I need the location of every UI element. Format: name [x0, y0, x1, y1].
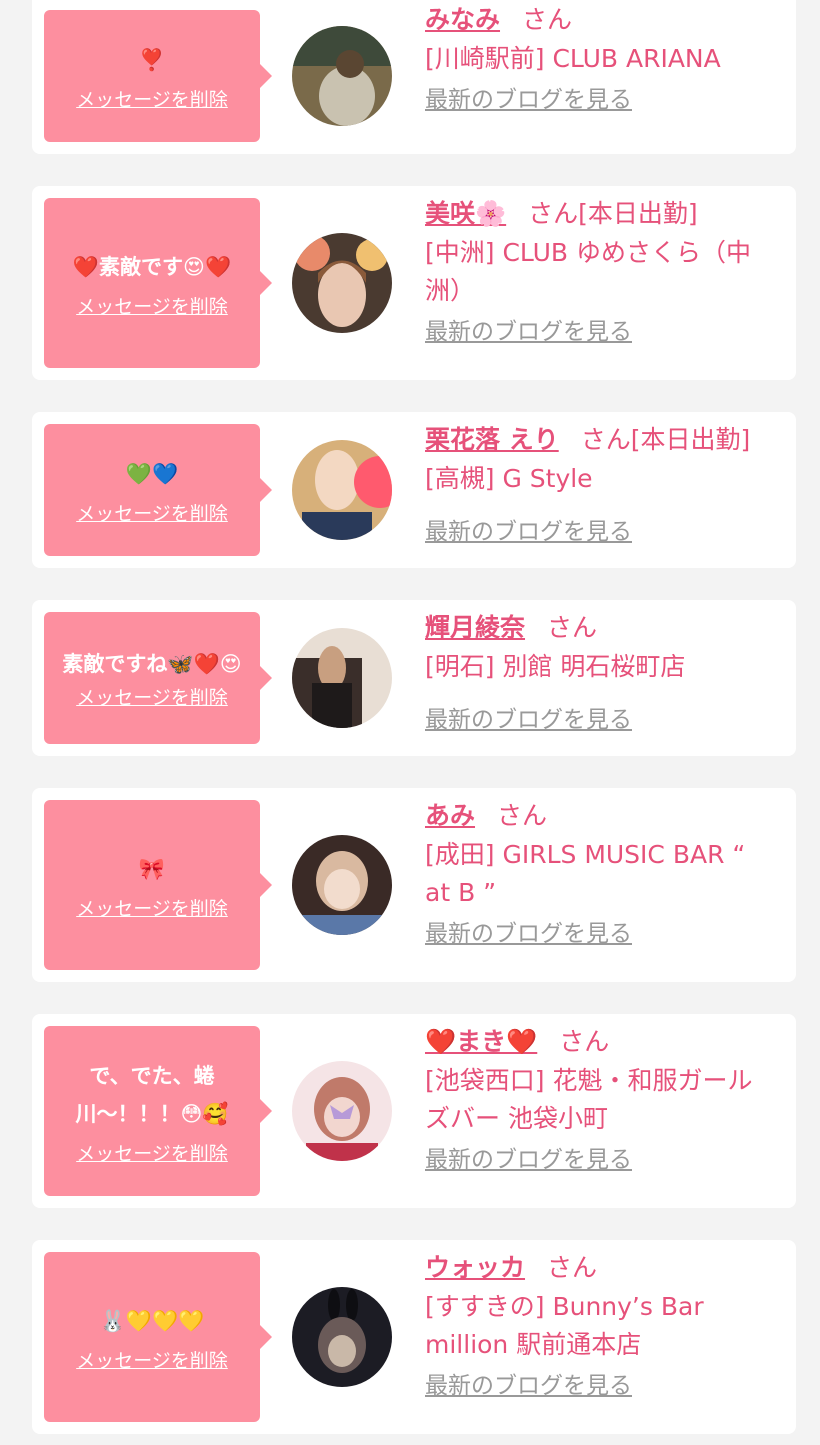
name-line: 輝月綾奈 さん — [425, 608, 776, 648]
shop-name: [池袋西口] 花魁・和服ガールズバー 池袋小町 — [425, 1066, 753, 1133]
delete-message-link[interactable]: メッセージを削除 — [76, 292, 228, 319]
profile-info: ウォッカ さん [すすきの] Bunny’s Bar million 駅前通本店 … — [425, 1248, 776, 1404]
shop-name: [中洲] CLUB ゆめさくら（中洲） — [425, 238, 751, 305]
profile-info: 栗花落 えり さん[本日出勤] [高槻] G Style 最新のブログを見る — [425, 420, 776, 550]
message-list: ❣️ メッセージを削除 みなみ さん [川崎駅前] CLUB ARIANA 最新の… — [0, 0, 820, 1445]
name-suffix: さん — [547, 613, 598, 642]
shop-name: [川崎駅前] CLUB ARIANA — [425, 44, 721, 73]
delete-message-link[interactable]: メッセージを削除 — [76, 85, 228, 112]
shop-name: [明石] 別館 明石桜町店 — [425, 652, 686, 681]
name-line: ❤️まき❤️ さん — [425, 1022, 776, 1062]
message-card: 🎀 メッセージを削除 あみ さん [成田] GIRLS MUSIC BAR “ a… — [32, 788, 796, 982]
delete-message-link[interactable]: メッセージを削除 — [76, 499, 228, 526]
avatar[interactable] — [292, 26, 392, 126]
profile-info: 美咲🌸 さん[本日出勤] [中洲] CLUB ゆめさくら（中洲） 最新のブログを見… — [425, 194, 776, 350]
delete-message-link[interactable]: メッセージを削除 — [76, 894, 228, 921]
delete-message-link[interactable]: メッセージを削除 — [76, 1139, 228, 1166]
message-bubble: ❣️ メッセージを削除 — [44, 10, 272, 142]
delete-message-link[interactable]: メッセージを削除 — [76, 1346, 228, 1373]
message-bubble: 素敵ですね🦋❤️😍 メッセージを削除 — [44, 612, 272, 744]
avatar[interactable] — [292, 440, 392, 540]
message-card: 💚💙 メッセージを削除 栗花落 えり さん[本日出勤] [高槻] G Style … — [32, 412, 796, 568]
name-suffix: さん — [559, 1027, 610, 1056]
latest-blog-link[interactable]: 最新のブログを見る — [425, 916, 632, 952]
name-line: 栗花落 えり さん[本日出勤] — [425, 420, 776, 460]
name-line: あみ さん — [425, 796, 776, 836]
cast-name-link[interactable]: ウォッカ — [425, 1253, 525, 1282]
profile-info: 輝月綾奈 さん [明石] 別館 明石桜町店 最新のブログを見る — [425, 608, 776, 738]
message-text: 💚💙 — [125, 461, 179, 486]
latest-blog-link[interactable]: 最新のブログを見る — [425, 82, 632, 118]
latest-blog-link[interactable]: 最新のブログを見る — [425, 514, 632, 550]
message-text: 🐰💛💛💛 — [99, 1308, 205, 1333]
shop-name: [高槻] G Style — [425, 464, 593, 493]
message-bubble: で、でた、蜷川〜！！！😳🥰 メッセージを削除 — [44, 1026, 272, 1196]
avatar[interactable] — [292, 1287, 392, 1387]
avatar[interactable] — [292, 1061, 392, 1161]
message-card: ❤️素敵です😍❤️ メッセージを削除 美咲🌸 さん[本日出勤] [中洲] CLUB… — [32, 186, 796, 380]
cast-name-link[interactable]: あみ — [425, 801, 475, 830]
message-card: 素敵ですね🦋❤️😍 メッセージを削除 輝月綾奈 さん [明石] 別館 明石桜町店 … — [32, 600, 796, 756]
name-suffix: さん — [497, 801, 548, 830]
latest-blog-link[interactable]: 最新のブログを見る — [425, 314, 632, 350]
cast-name-link[interactable]: 輝月綾奈 — [425, 613, 525, 642]
avatar[interactable] — [292, 233, 392, 333]
name-suffix: さん — [547, 1253, 598, 1282]
profile-info: あみ さん [成田] GIRLS MUSIC BAR “ at B ” 最新のブロ… — [425, 796, 776, 952]
name-line: みなみ さん — [425, 0, 776, 40]
message-bubble: 🎀 メッセージを削除 — [44, 800, 272, 970]
message-text: 🎀 — [138, 856, 166, 881]
message-bubble: 🐰💛💛💛 メッセージを削除 — [44, 1252, 272, 1422]
cast-name-link[interactable]: 美咲🌸 — [425, 199, 506, 228]
latest-blog-link[interactable]: 最新のブログを見る — [425, 1368, 632, 1404]
profile-info: ❤️まき❤️ さん [池袋西口] 花魁・和服ガールズバー 池袋小町 最新のブログを… — [425, 1022, 776, 1178]
message-card: 🐰💛💛💛 メッセージを削除 ウォッカ さん [すすきの] Bunny’s Bar … — [32, 1240, 796, 1434]
latest-blog-link[interactable]: 最新のブログを見る — [425, 1142, 632, 1178]
name-line: ウォッカ さん — [425, 1248, 776, 1288]
name-suffix: さん[本日出勤] — [528, 199, 698, 228]
avatar[interactable] — [292, 835, 392, 935]
message-text: ❤️素敵です😍❤️ — [72, 254, 232, 279]
profile-info: みなみ さん [川崎駅前] CLUB ARIANA 最新のブログを見る — [425, 0, 776, 118]
message-bubble: ❤️素敵です😍❤️ メッセージを削除 — [44, 198, 272, 368]
shop-name: [成田] GIRLS MUSIC BAR “ at B ” — [425, 840, 746, 907]
cast-name-link[interactable]: 栗花落 えり — [425, 425, 559, 454]
message-text: 素敵ですね🦋❤️😍 — [62, 651, 242, 676]
latest-blog-link[interactable]: 最新のブログを見る — [425, 702, 632, 738]
name-suffix: さん — [522, 5, 573, 34]
cast-name-link[interactable]: ❤️まき❤️ — [425, 1027, 537, 1056]
message-text: ❣️ — [138, 47, 166, 72]
message-card: で、でた、蜷川〜！！！😳🥰 メッセージを削除 ❤️まき❤️ さん [池袋西口] 花… — [32, 1014, 796, 1208]
name-line: 美咲🌸 さん[本日出勤] — [425, 194, 776, 234]
name-suffix: さん[本日出勤] — [580, 425, 751, 454]
message-card: ❣️ メッセージを削除 みなみ さん [川崎駅前] CLUB ARIANA 最新の… — [32, 0, 796, 154]
message-text: で、でた、蜷川〜！！！😳🥰 — [75, 1063, 229, 1126]
shop-name: [すすきの] Bunny’s Bar million 駅前通本店 — [425, 1292, 704, 1359]
avatar[interactable] — [292, 628, 392, 728]
delete-message-link[interactable]: メッセージを削除 — [76, 683, 228, 710]
message-bubble: 💚💙 メッセージを削除 — [44, 424, 272, 556]
cast-name-link[interactable]: みなみ — [425, 5, 500, 34]
